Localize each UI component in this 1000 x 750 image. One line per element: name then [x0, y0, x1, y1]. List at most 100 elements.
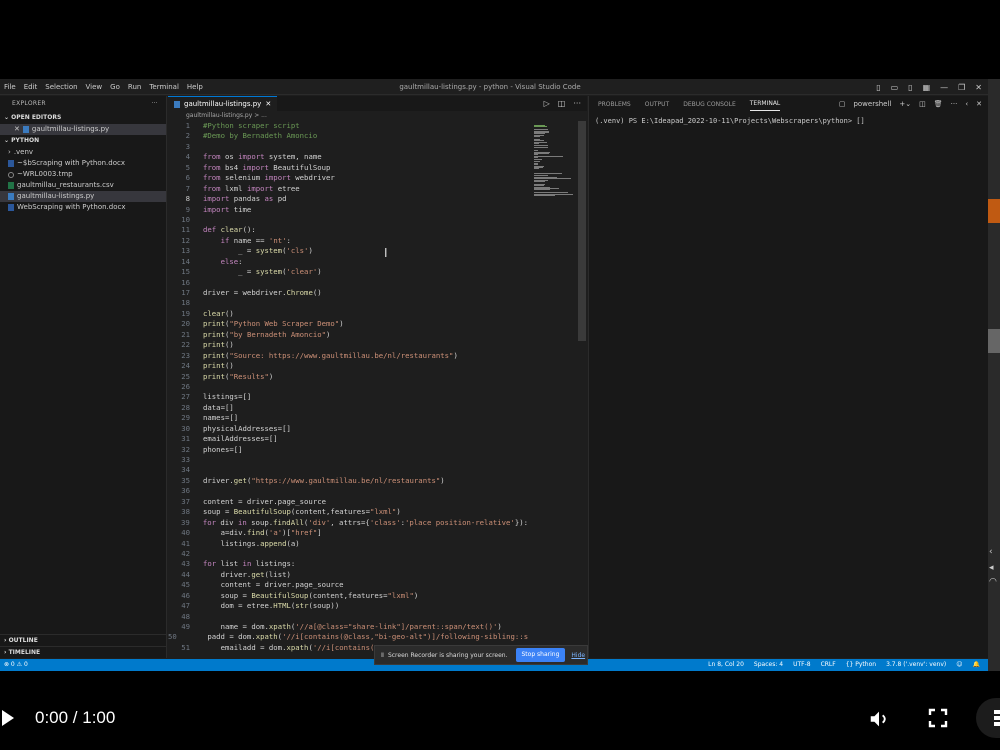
code-line[interactable]: 24 print() [168, 361, 528, 371]
menu-edit[interactable]: Edit [20, 79, 42, 95]
open-editor-item[interactable]: ✕ gaultmillau-listings.py [0, 124, 166, 135]
tab-debug-console[interactable]: DEBUG CONSOLE [683, 101, 736, 108]
terminal-prompt[interactable]: (.venv) PS E:\Ideapad_2022-10-11\Project… [589, 116, 988, 126]
file-item-temp-docx[interactable]: ~$bScraping with Python.docx [0, 158, 166, 169]
menu-terminal[interactable]: Terminal [145, 79, 183, 95]
code-line[interactable]: 17 driver = webdriver.Chrome() [168, 288, 528, 298]
breadcrumb[interactable]: gaultmillau-listings.py > ... [168, 111, 587, 121]
code-line[interactable]: 2 #Demo by Bernadeth Amoncio [168, 131, 528, 141]
code-line[interactable]: 22 print() [168, 340, 528, 350]
code-line[interactable]: 1 #Python scraper script [168, 121, 528, 131]
menu-selection[interactable]: Selection [41, 79, 81, 95]
code-line[interactable]: 39 for div in soup.findAll('div', attrs={… [168, 518, 528, 528]
run-icon[interactable]: ▷ [544, 99, 550, 108]
code-line[interactable]: 36 [168, 486, 528, 496]
code-line[interactable]: 21 print("by Bernadeth Amoncio") [168, 330, 528, 340]
play-icon[interactable] [2, 710, 14, 726]
indentation[interactable]: Spaces: 4 [754, 659, 783, 671]
tab-terminal[interactable]: TERMINAL [749, 98, 781, 111]
code-line[interactable]: 32 phones=[] [168, 445, 528, 455]
menu-view[interactable]: View [82, 79, 107, 95]
code-line[interactable]: 9 import time [168, 205, 528, 215]
fullscreen-icon[interactable] [928, 708, 948, 728]
tab-gaultmillau-listings[interactable]: gaultmillau-listings.py ✕ [168, 96, 278, 111]
code-line[interactable]: 41 listings.append(a) [168, 539, 528, 549]
menu-file[interactable]: File [0, 79, 20, 95]
code-line[interactable]: 35 driver.get("https://www.gaultmillau.be… [168, 476, 528, 486]
code-line[interactable]: 27 listings=[] [168, 392, 528, 402]
close-icon[interactable]: ✕ [976, 100, 982, 108]
code-line[interactable]: 38 soup = BeautifulSoup(content,features=… [168, 507, 528, 517]
code-line[interactable]: 13 _ = system('cls') [168, 246, 528, 256]
python-folder-section[interactable]: ⌄ PYTHON [0, 135, 166, 147]
code-line[interactable]: 33 [168, 455, 528, 465]
language-mode[interactable]: {} Python [846, 659, 876, 671]
minimap[interactable] [530, 121, 578, 658]
code-line[interactable]: 6 from selenium import webdriver [168, 173, 528, 183]
code-line[interactable]: 25 print("Results") [168, 372, 528, 382]
code-line[interactable]: 42 [168, 549, 528, 559]
tab-problems[interactable]: PROBLEMS [598, 101, 631, 108]
code-line[interactable]: 15 _ = system('clear') [168, 267, 528, 277]
code-line[interactable]: 44 driver.get(list) [168, 570, 528, 580]
code-line[interactable]: 29 names=[] [168, 413, 528, 423]
code-line[interactable]: 11 def clear(): [168, 225, 528, 235]
split-terminal-icon[interactable]: ◫ [919, 100, 926, 108]
code-line[interactable]: 3 [168, 142, 528, 152]
code-line[interactable]: 28 data=[] [168, 403, 528, 413]
feedback-icon[interactable]: ☺ [956, 659, 962, 671]
code-line[interactable]: 20 print("Python Web Scraper Demo") [168, 319, 528, 329]
code-line[interactable]: 14 else: [168, 257, 528, 267]
outline-section[interactable]: › OUTLINE [0, 634, 167, 646]
code-line[interactable]: 31 emailAddresses=[] [168, 434, 528, 444]
shell-label[interactable]: powershell [853, 100, 891, 108]
notifications-icon[interactable]: 🔔 [973, 659, 980, 671]
code-line[interactable]: 7 from lxml import etree [168, 184, 528, 194]
close-icon[interactable]: ✕ [14, 124, 20, 135]
code-area[interactable]: 1 #Python scraper script 2 #Demo by Bernade… [168, 121, 528, 658]
code-line[interactable]: 18 [168, 298, 528, 308]
volume-icon[interactable] [868, 708, 890, 730]
split-editor-icon[interactable]: ◫ [558, 99, 566, 108]
cursor-position[interactable]: Ln 8, Col 20 [708, 659, 744, 671]
timeline-section[interactable]: › TIMELINE [0, 646, 167, 658]
code-line[interactable]: 49 name = dom.xpath('//a[@class="share-l… [168, 622, 528, 632]
menu-run[interactable]: Run [124, 79, 145, 95]
file-item-venv[interactable]: › .venv [0, 147, 166, 158]
line-ending[interactable]: CRLF [821, 659, 836, 671]
code-line[interactable]: 12 if name == 'nt': [168, 236, 528, 246]
encoding[interactable]: UTF-8 [793, 659, 811, 671]
editor-scrollbar[interactable] [578, 121, 586, 341]
menu-help[interactable]: Help [183, 79, 207, 95]
code-line[interactable]: 50 padd = dom.xpath('//i[contains(@class… [168, 632, 528, 642]
code-line[interactable]: 4 from os import system, name [168, 152, 528, 162]
file-item-docx[interactable]: WebScraping with Python.docx [0, 202, 166, 213]
add-terminal-icon[interactable]: +⌄ [899, 100, 911, 108]
toggle-secondary-sidebar-icon[interactable]: ▯ [908, 83, 912, 92]
restore-icon[interactable]: ❐ [958, 83, 965, 92]
code-line[interactable]: 34 [168, 465, 528, 475]
code-line[interactable]: 19 clear() [168, 309, 528, 319]
file-item-py[interactable]: gaultmillau-listings.py [0, 191, 166, 202]
close-icon[interactable]: ✕ [975, 83, 982, 92]
layout-icon[interactable]: ▦ [923, 83, 931, 92]
open-editors-section[interactable]: ⌄ OPEN EDITORS [0, 112, 166, 124]
python-interpreter[interactable]: 3.7.8 ('.venv': venv) [886, 659, 946, 671]
toggle-panel-icon[interactable]: ▭ [891, 83, 899, 92]
menu-go[interactable]: Go [106, 79, 124, 95]
code-line[interactable]: 5 from bs4 import BeautifulSoup [168, 163, 528, 173]
problems-count[interactable]: ⊗ 0 ⚠ 0 [4, 659, 28, 671]
code-line[interactable]: 30 physicalAddresses=[] [168, 424, 528, 434]
code-line[interactable]: 23 print("Source: https://www.gaultmillau… [168, 351, 528, 361]
tab-output[interactable]: OUTPUT [645, 101, 669, 108]
minimize-icon[interactable]: — [940, 83, 948, 92]
hide-link[interactable]: Hide [571, 652, 585, 659]
chevron-left-icon[interactable]: ‹ [965, 100, 968, 108]
code-line[interactable]: 37 content = driver.page_source [168, 497, 528, 507]
toggle-sidebar-icon[interactable]: ▯ [876, 83, 880, 92]
code-line[interactable]: 43 for list in listings: [168, 559, 528, 569]
file-item-csv[interactable]: gaultmillau_restaurants.csv [0, 180, 166, 191]
code-line[interactable]: 40 a=div.find('a')["href"] [168, 528, 528, 538]
code-line[interactable]: 16 [168, 278, 528, 288]
code-line[interactable]: 8 import pandas as pd [168, 194, 528, 204]
